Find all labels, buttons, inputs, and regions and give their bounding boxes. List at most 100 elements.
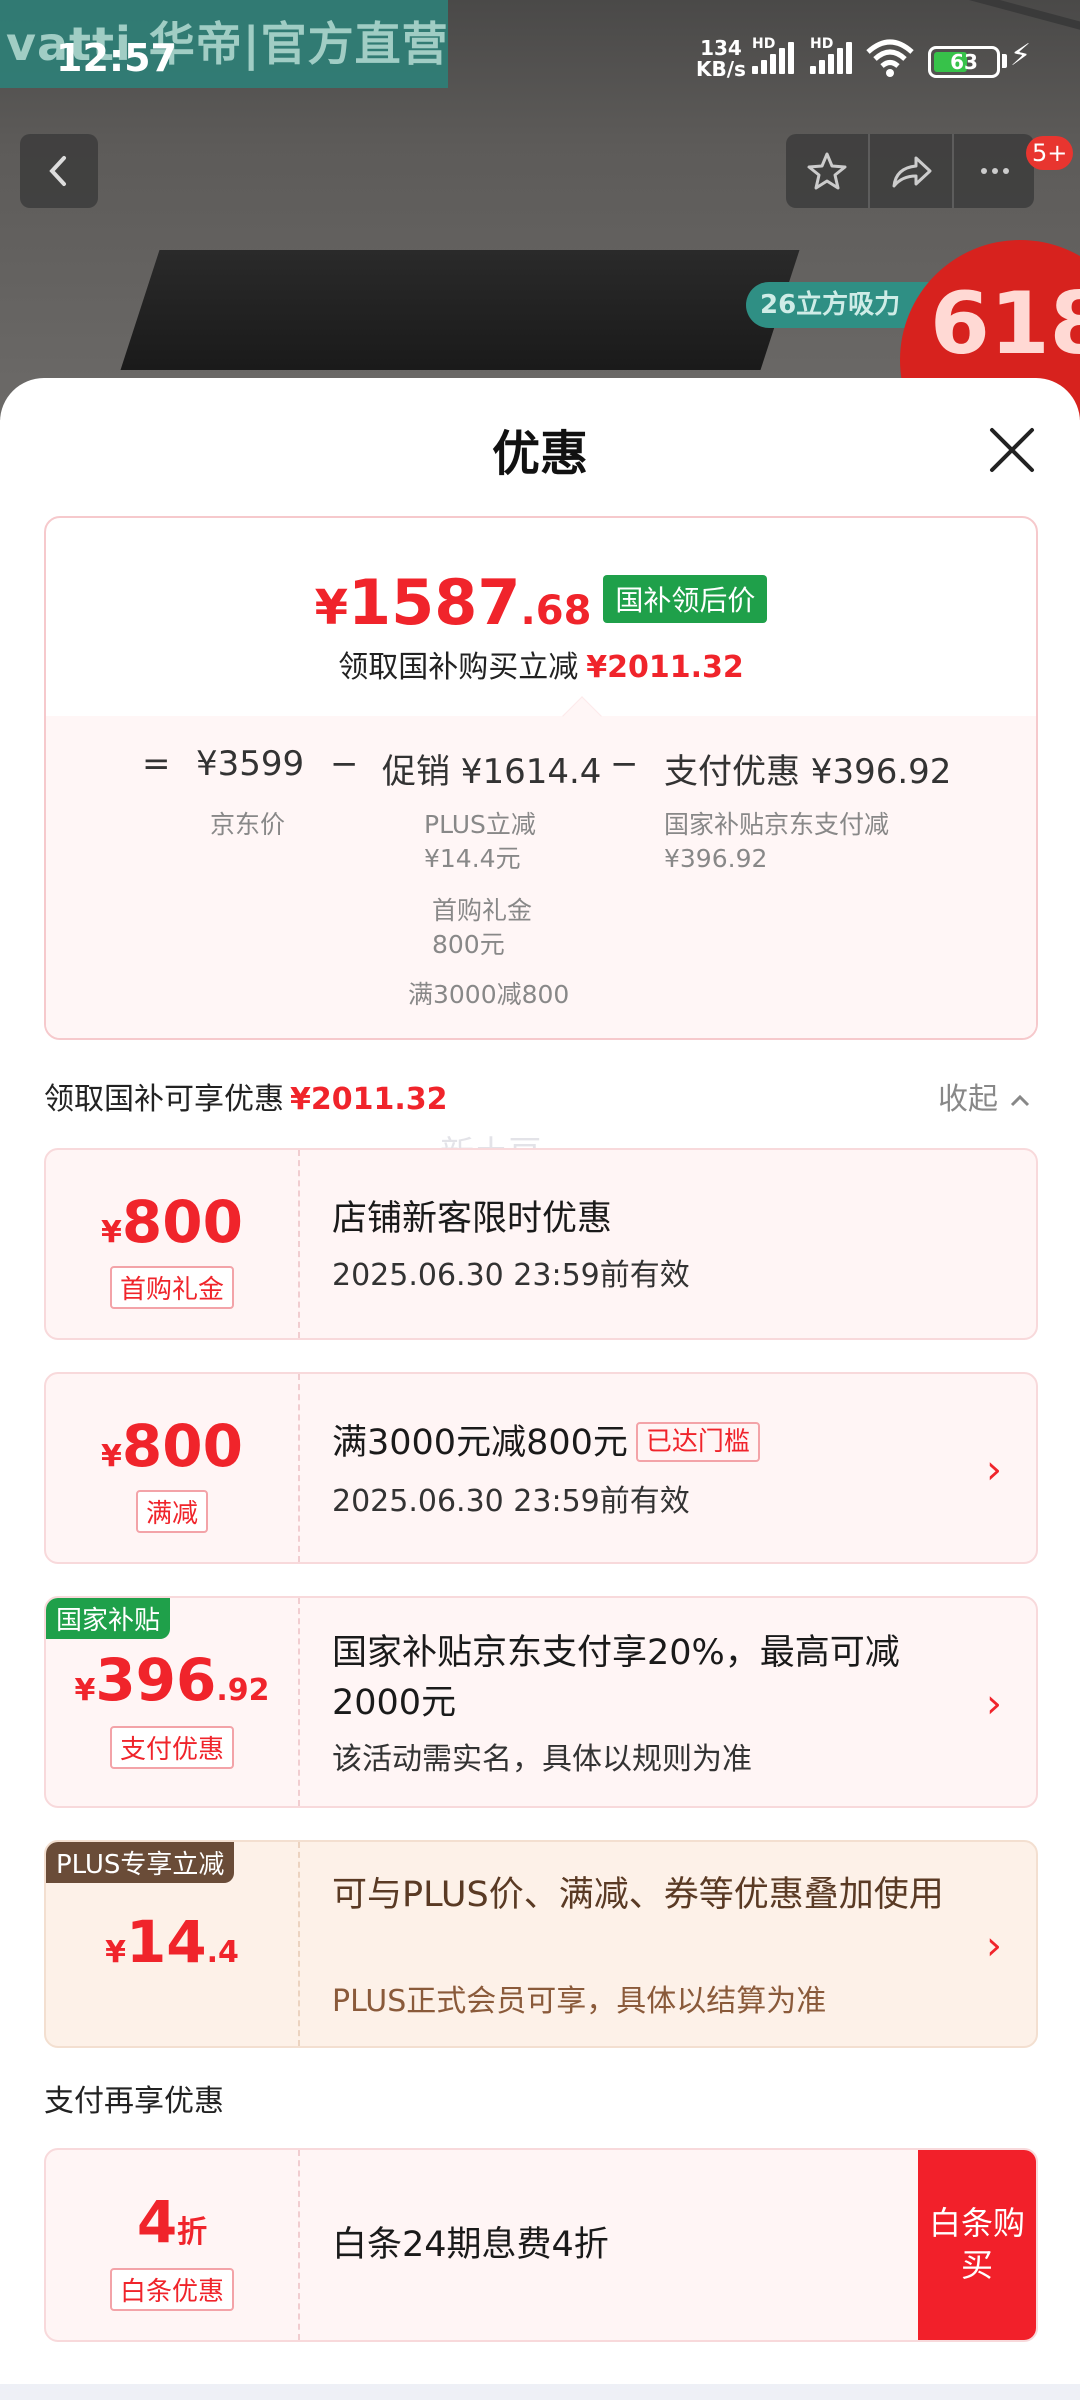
first-gift-label: 首购礼金 — [432, 896, 533, 925]
minus-sign: − — [610, 744, 639, 784]
coupon-title: 满3000元减800元 已达门槛 — [332, 1418, 972, 1468]
network-speed-unit: KB/s — [696, 57, 746, 81]
section-header: 领取国补可享优惠 ¥2011.32 — [44, 1074, 448, 1118]
amount-decimal: .4 — [206, 1935, 239, 1970]
jd-price: ¥3599 — [196, 744, 305, 784]
bottom-gesture-bar — [0, 2384, 1080, 2400]
chevron-up-icon — [1010, 1094, 1029, 1107]
coupon-amount: ¥14.4 — [46, 1908, 298, 1976]
promo-value: 促销 ¥1614.4 — [382, 752, 602, 792]
section-label: 领取国补可享优惠 — [44, 1082, 284, 1117]
discount-rate: 4折 — [46, 2188, 298, 2256]
coupon-title: 国家补贴京东支付享20%，最高可减2000元 — [332, 1633, 900, 1723]
coupon-type-chip: 满减 — [135, 1490, 208, 1533]
currency-symbol: ¥ — [74, 1673, 96, 1708]
sim2-hd-label: HD — [810, 36, 834, 52]
plus-exclusive-tag: PLUS专享立减 — [46, 1842, 235, 1883]
wifi-icon — [866, 39, 914, 77]
nav-actions — [786, 134, 1034, 208]
coupon-value-area: ¥800 满减 — [46, 1374, 298, 1562]
sim1-hd-label: HD — [752, 36, 776, 52]
pay-section-header: 支付再享优惠 — [44, 2084, 224, 2119]
currency-symbol: ¥ — [314, 580, 348, 636]
dashed-divider — [298, 1842, 300, 2046]
network-speed: 134 KB/s — [696, 38, 746, 80]
chevron-right-icon[interactable]: › — [986, 1684, 1010, 1724]
price-decimal: .68 — [520, 588, 592, 634]
amount-value: 800 — [121, 1188, 243, 1256]
jd-price-label: 京东价 — [210, 810, 286, 839]
subsidy-amount: ¥2011.32 — [586, 650, 744, 685]
coupon-value-area: 国家补贴 ¥396.92 支付优惠 — [46, 1598, 298, 1806]
battery-level: 63 — [950, 50, 978, 74]
coupon-amount: ¥800 — [46, 1412, 298, 1480]
coupon-amount: ¥396.92 — [46, 1646, 298, 1714]
sheet-title: 优惠 — [491, 426, 588, 482]
pay-discount-detail: ¥396.92 — [664, 844, 768, 873]
collapse-toggle[interactable]: 收起 — [938, 1074, 1032, 1118]
coupon-type-chip: 首购礼金 — [109, 1266, 234, 1309]
collapse-label: 收起 — [938, 1082, 998, 1117]
section-amount: ¥2011.32 — [290, 1082, 448, 1117]
discount-unit: 折 — [177, 2215, 208, 2250]
coupon-validity: 2025.06.30 23:59前有效 — [332, 1484, 690, 1519]
dashed-divider — [298, 2150, 300, 2340]
subsidy-price-tag: 国补领后价 — [603, 575, 768, 623]
dashed-divider — [298, 1374, 300, 1562]
coupon-title: 店铺新客限时优惠 — [332, 1199, 613, 1239]
final-price: ¥1587.68 国补领后价 — [46, 566, 1036, 639]
baitiao-buy-button[interactable]: 白条购买 — [918, 2150, 1036, 2340]
chevron-left-icon — [49, 156, 66, 186]
share-icon — [892, 156, 932, 188]
amount-value: 396 — [95, 1646, 217, 1714]
share-button[interactable] — [868, 134, 952, 208]
coupon-type-chip: 支付优惠 — [109, 1726, 234, 1769]
close-icon[interactable] — [986, 424, 1038, 476]
chevron-right-icon[interactable]: › — [986, 1926, 1010, 1966]
currency-symbol: ¥ — [105, 1935, 126, 1970]
coupon-title-text: 满3000元减800元 — [332, 1423, 628, 1463]
coupon-type-chip: 白条优惠 — [109, 2268, 234, 2311]
coupon-rule: 该活动需实名，具体以规则为准 — [332, 1742, 752, 1777]
signal-icon: HD — [810, 36, 856, 74]
network-speed-value: 134 — [700, 36, 742, 60]
message-count-badge: 5+ — [1026, 136, 1074, 170]
coupon-value-area: 4折 白条优惠 — [46, 2150, 298, 2340]
back-button[interactable] — [20, 134, 98, 208]
coupon-title: 白条24期息费4折 — [332, 2225, 609, 2265]
favorite-button[interactable] — [786, 134, 868, 208]
chevron-right-icon[interactable]: › — [986, 1450, 1010, 1490]
currency-symbol: ¥ — [101, 1439, 122, 1474]
coupon-title: 可与PLUS价、满减、券等优惠叠加使用 — [332, 1875, 944, 1915]
first-gift-value: 800元 — [432, 930, 505, 959]
full-reduction-label: 满3000减800 — [408, 980, 570, 1009]
amount-decimal: .92 — [216, 1673, 270, 1708]
pay-discount-value: 支付优惠 ¥396.92 — [664, 752, 952, 792]
pay-discount-label: 国家补贴京东支付减 — [664, 810, 890, 839]
coupon-value-area: ¥800 首购礼金 — [46, 1150, 298, 1338]
signal-icon: HD — [752, 36, 798, 74]
coupon-card[interactable]: ¥800 满减 满3000元减800元 已达门槛 2025.06.30 23:59… — [44, 1372, 1038, 1564]
coupon-card[interactable]: PLUS专享立减 ¥14.4 可与PLUS价、满减、券等优惠叠加使用 PLUS正… — [44, 1840, 1038, 2048]
amount-value: 800 — [121, 1412, 243, 1480]
coupon-card[interactable]: 国家补贴 ¥396.92 支付优惠 国家补贴京东支付享20%，最高可减2000元… — [44, 1596, 1038, 1808]
amount-value: 14 — [125, 1908, 207, 1976]
more-icon — [981, 168, 1009, 174]
coupon-validity: 2025.06.30 23:59前有效 — [332, 1258, 690, 1293]
plus-discount-label: PLUS立减 — [424, 810, 536, 839]
coupon-card[interactable]: ¥800 首购礼金 店铺新客限时优惠 2025.06.30 23:59前有效 — [44, 1148, 1038, 1340]
battery-icon: 63 — [928, 46, 1000, 78]
baitiao-coupon-card[interactable]: 4折 白条优惠 白条24期息费4折 白条购买 — [44, 2148, 1038, 2342]
more-button[interactable] — [952, 134, 1036, 208]
dashed-divider — [298, 1598, 300, 1806]
star-icon — [807, 152, 847, 190]
battery-cap — [1002, 54, 1007, 68]
price-breakdown-card: ¥1587.68 国补领后价 领取国补购买立减 ¥2011.32 = ¥3599 −… — [44, 516, 1038, 1040]
subsidy-line: 领取国补购买立减 ¥2011.32 — [46, 642, 1036, 686]
national-subsidy-tag: 国家补贴 — [46, 1598, 171, 1639]
coupon-rule: PLUS正式会员可享，具体以结算为准 — [332, 1984, 827, 2019]
plus-discount-value: ¥14.4元 — [424, 844, 521, 873]
coupon-amount: ¥800 — [46, 1188, 298, 1256]
status-bar: 12:57 134 KB/s HD HD 63 ⚡ — [0, 0, 1080, 120]
charging-icon: ⚡ — [1010, 38, 1032, 73]
